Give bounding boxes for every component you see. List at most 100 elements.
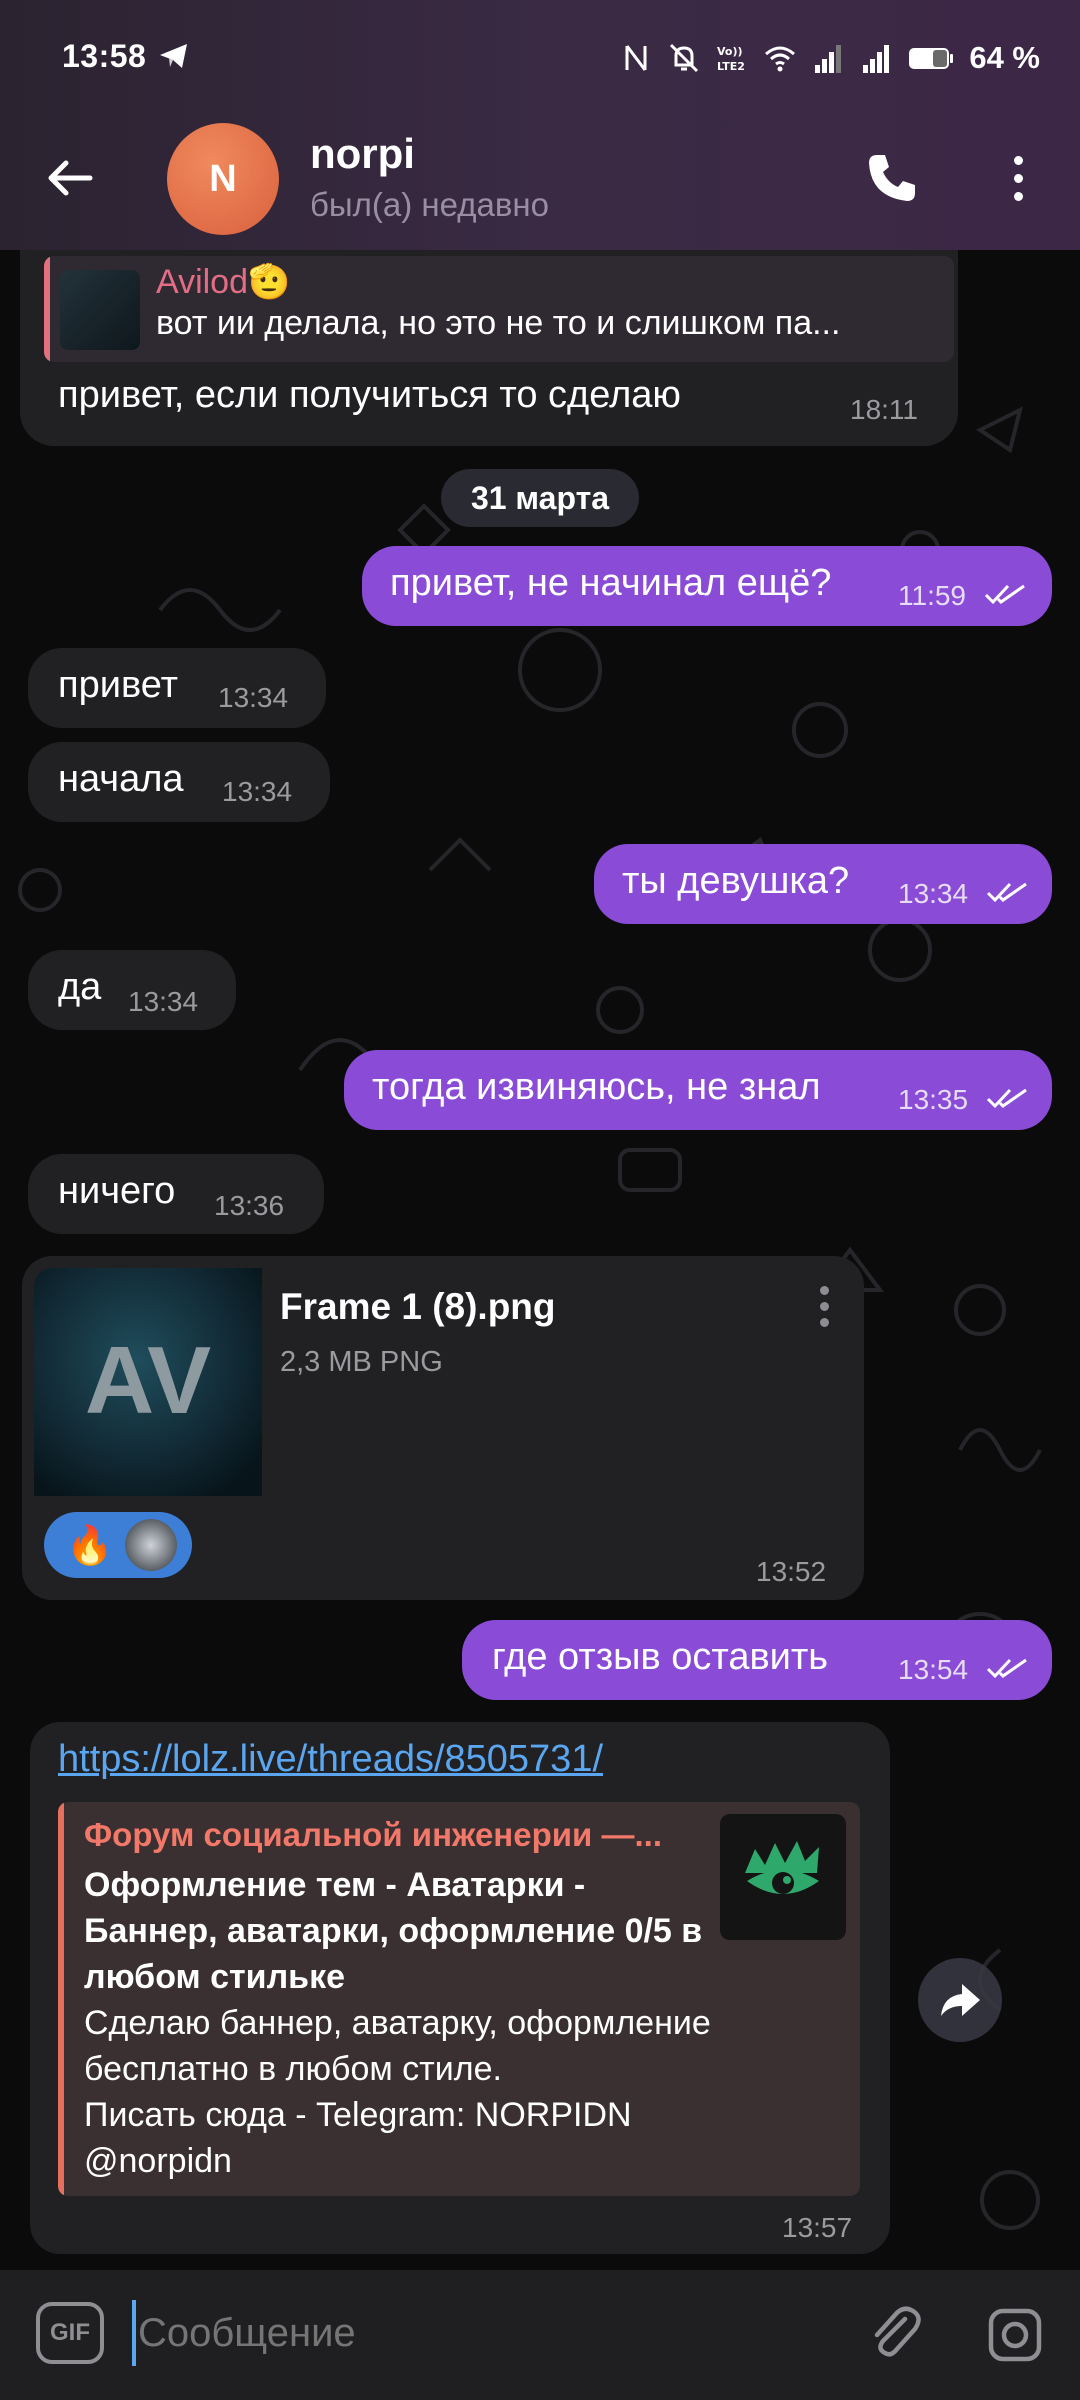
- fire-reaction-icon: 🔥: [66, 1522, 114, 1567]
- dot-icon: [1013, 173, 1023, 183]
- dot-icon: [819, 1286, 829, 1295]
- message-bubble-outgoing[interactable]: тогда извиняюсь, не знал 13:35: [344, 1050, 1052, 1130]
- date-separator: 31 марта: [441, 469, 639, 527]
- message-bubble-incoming[interactable]: ничего 13:36: [28, 1154, 324, 1234]
- dot-icon: [819, 1318, 829, 1327]
- signal-icon: [863, 45, 890, 73]
- contact-name[interactable]: norpi: [310, 130, 415, 178]
- attach-button[interactable]: [862, 2300, 928, 2366]
- chat-header: N norpi был(а) недавно: [0, 120, 1080, 250]
- date-label: 31 марта: [470, 479, 610, 516]
- reply-thumbnail: [60, 270, 140, 350]
- avatar[interactable]: N: [167, 123, 279, 235]
- link-preview[interactable]: Форум социальной инженерии —... Оформлен…: [58, 1802, 860, 2196]
- dot-icon: [1013, 191, 1023, 201]
- image-preview: AV: [34, 1268, 262, 1496]
- top-bar: 13:58 Vo)) LTE2 64 % N norpi был(а) неда…: [0, 0, 1080, 250]
- preview-site-name: Форум социальной инженерии —...: [84, 1816, 662, 1853]
- status-time: 13:58: [62, 38, 147, 74]
- mute-icon: [670, 43, 699, 73]
- camera-icon: [988, 2308, 1042, 2362]
- avatar-letter: N: [209, 157, 237, 200]
- file-name: Frame 1 (8).png: [280, 1286, 556, 1327]
- reply-accent-bar: [44, 256, 50, 362]
- phone-icon: [869, 155, 915, 201]
- message-text: привет, если получиться то сделаю: [58, 374, 681, 416]
- reaction-pill[interactable]: 🔥: [44, 1512, 192, 1578]
- message-time: 18:11: [850, 394, 918, 425]
- message-time: 11:59: [898, 580, 966, 611]
- status-icons: Vo)) LTE2 64 %: [619, 38, 1040, 78]
- message-time: 13:52: [756, 1556, 827, 1587]
- message-input[interactable]: [138, 2300, 838, 2366]
- dot-icon: [819, 1302, 829, 1311]
- reply-author: Avilod🫡: [156, 263, 291, 301]
- gif-button[interactable]: GIF: [36, 2302, 104, 2364]
- wifi-icon: [765, 46, 796, 72]
- message-bubble-outgoing[interactable]: привет, не начинал ещё? 11:59: [362, 546, 1052, 626]
- message-bubble-outgoing[interactable]: где отзыв оставить 13:54: [462, 1620, 1052, 1700]
- message-text: да: [58, 966, 102, 1008]
- reply-text: вот ии делала, но это не то и слишком па…: [156, 304, 841, 342]
- message-bubble-incoming[interactable]: начала 13:34: [28, 742, 330, 822]
- reactor-avatar: [125, 1519, 178, 1571]
- call-button[interactable]: [862, 148, 922, 208]
- read-checkmarks-icon: [986, 1088, 1027, 1109]
- message-bubble-outgoing[interactable]: ты девушка? 13:34: [594, 844, 1052, 924]
- message-text: где отзыв оставить: [492, 1636, 829, 1678]
- forward-button[interactable]: [918, 1958, 1002, 2042]
- message-time: 13:34: [128, 986, 199, 1017]
- message-time: 13:34: [222, 776, 293, 807]
- message-input-bar: GIF: [0, 2270, 1080, 2400]
- message-text: привет, не начинал ещё?: [390, 562, 832, 604]
- message-time: 13:36: [214, 1190, 285, 1221]
- battery-percent: 64 %: [969, 40, 1040, 75]
- message-time: 13:34: [218, 682, 289, 713]
- file-meta: 2,3 MB PNG: [280, 1346, 443, 1378]
- preview-title: Оформление тем - Аватарки - Баннер, ават…: [84, 1866, 703, 1996]
- message-bubble-incoming[interactable]: привет 13:34: [28, 648, 326, 728]
- back-button[interactable]: [42, 150, 98, 206]
- telegram-send-icon: [160, 44, 187, 68]
- read-checkmarks-icon: [986, 882, 1027, 903]
- svg-text:LTE2: LTE2: [717, 60, 745, 73]
- status-bar: 13:58 Vo)) LTE2 64 %: [0, 0, 1080, 120]
- message-time: 13:35: [898, 1084, 969, 1115]
- read-checkmarks-icon: [984, 584, 1025, 605]
- volte-icon: Vo)) LTE2: [717, 45, 745, 73]
- file-menu-button[interactable]: [814, 1286, 834, 1336]
- link-message-bubble[interactable]: https://lolz.live/threads/8505731/ Форум…: [30, 1722, 890, 2254]
- more-menu-button[interactable]: [1000, 148, 1036, 208]
- preview-image: [720, 1814, 846, 1940]
- nfc-icon: [625, 45, 647, 71]
- contact-status: был(а) недавно: [310, 186, 549, 223]
- camera-button[interactable]: [982, 2302, 1048, 2368]
- message-text: тогда извиняюсь, не знал: [372, 1066, 821, 1108]
- paperclip-icon: [874, 2306, 921, 2357]
- message-bubble-incoming[interactable]: да 13:34: [28, 950, 236, 1030]
- message-link[interactable]: https://lolz.live/threads/8505731/: [58, 1738, 603, 1781]
- arrow-left-icon: [48, 160, 93, 196]
- message-time: 13:54: [898, 1654, 969, 1685]
- gif-label: GIF: [50, 2319, 90, 2346]
- message-time: 13:57: [782, 2212, 853, 2243]
- reply-quote[interactable]: Avilod🫡 вот ии делала, но это не то и сл…: [44, 256, 954, 362]
- file-message-bubble[interactable]: AV Frame 1 (8).png 2,3 MB PNG 🔥 13:52: [22, 1256, 864, 1600]
- chat-area[interactable]: Avilod🫡 вот ии делала, но это не то и сл…: [0, 250, 1080, 2270]
- eye-logo-icon: [745, 1841, 819, 1894]
- dot-icon: [1013, 155, 1023, 165]
- message-time: 13:34: [898, 878, 969, 909]
- thumbnail-text: AV: [85, 1327, 211, 1434]
- text-cursor: [132, 2300, 136, 2366]
- file-thumbnail[interactable]: AV: [34, 1268, 262, 1496]
- preview-description: Сделаю баннер, аватарку, оформление бесп…: [84, 2004, 711, 2180]
- svg-text:Vo)): Vo)): [717, 45, 743, 58]
- share-arrow-icon: [941, 1984, 980, 2016]
- battery-icon: [909, 48, 954, 69]
- message-text: ничего: [58, 1170, 176, 1212]
- preview-accent-bar: [58, 1802, 64, 2196]
- message-bubble-incoming[interactable]: Avilod🫡 вот ии делала, но это не то и сл…: [20, 250, 958, 446]
- message-text: привет: [58, 664, 178, 706]
- signal-icon: [815, 45, 842, 73]
- message-text: ты девушка?: [622, 860, 850, 902]
